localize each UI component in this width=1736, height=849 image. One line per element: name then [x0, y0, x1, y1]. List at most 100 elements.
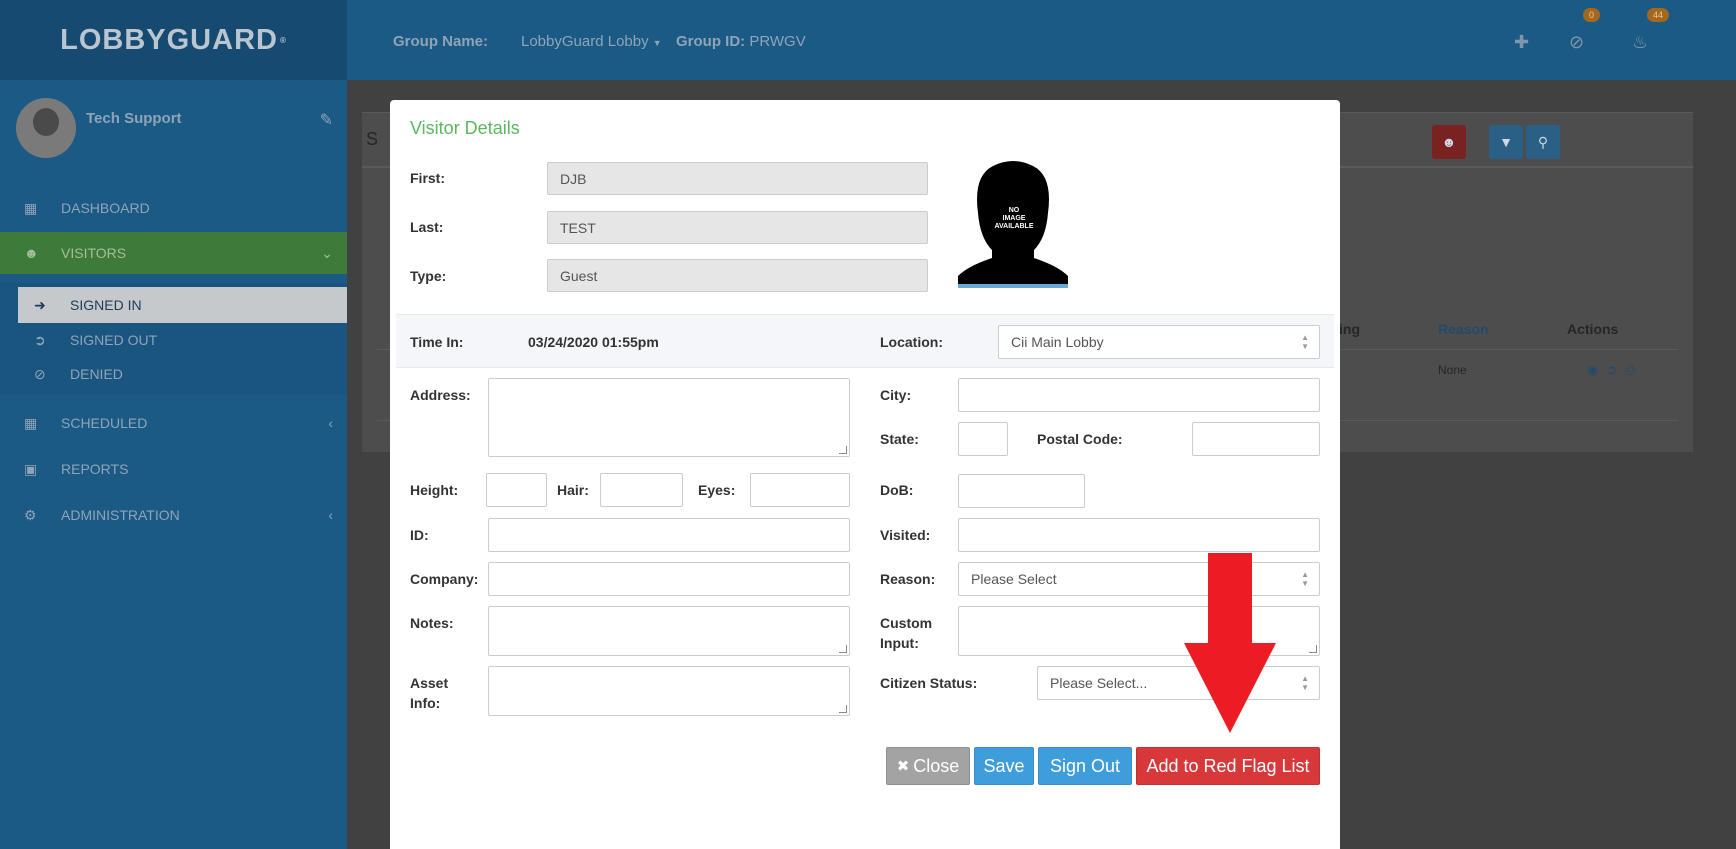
sidebar-item-visitors[interactable]: ☻ VISITORS ⌄: [0, 232, 347, 274]
visited-input[interactable]: [958, 518, 1320, 552]
denied-count-badge: 0: [1583, 8, 1601, 22]
height-label: Height:: [410, 482, 459, 498]
company-label: Company:: [410, 571, 479, 587]
modal-title: Visitor Details: [410, 118, 520, 138]
notes-textarea[interactable]: [488, 606, 850, 656]
citizen-status-label: Citizen Status:: [880, 675, 978, 691]
eyes-input[interactable]: [750, 473, 850, 507]
close-button-label: Close: [913, 755, 960, 776]
users-icon: ☻: [24, 245, 39, 261]
id-label: ID:: [410, 527, 429, 543]
sidebar-item-dashboard[interactable]: ▦ DASHBOARD: [0, 187, 347, 229]
hair-label: Hair:: [557, 482, 589, 498]
state-input[interactable]: [958, 422, 1008, 456]
chevron-down-icon: ⌄: [321, 244, 333, 261]
sidebar-item-scheduled[interactable]: ▦ SCHEDULED ‹: [0, 402, 347, 444]
add-user-icon[interactable]: ✚: [1514, 32, 1529, 53]
sidebar-item-label: SCHEDULED: [61, 415, 148, 431]
sidebar-item-label: ADMINISTRATION: [61, 507, 180, 523]
table-header[interactable]: ing: [1339, 321, 1360, 337]
time-in-value: 03/24/2020 01:55pm: [528, 334, 659, 350]
search-icon: ⚲: [1537, 133, 1549, 150]
hair-input[interactable]: [600, 473, 683, 507]
citizen-status-value: Please Select...: [1050, 675, 1148, 691]
save-button[interactable]: Save: [974, 747, 1034, 785]
postal-code-input[interactable]: [1192, 422, 1320, 456]
sidebar-subitem-signed-in[interactable]: ➜ SIGNED IN: [18, 287, 347, 323]
add-to-red-flag-list-button[interactable]: Add to Red Flag List: [1136, 747, 1320, 785]
sidebar-subitem-label: SIGNED OUT: [70, 332, 158, 348]
user-profile: Tech Support ✎: [0, 80, 347, 180]
bar-chart-icon: ▦: [24, 199, 38, 216]
citizen-status-select[interactable]: Please Select... ▲ ▼: [1037, 666, 1320, 700]
address-textarea[interactable]: [488, 378, 850, 457]
group-name-dropdown[interactable]: LobbyGuard Lobby ▼: [521, 33, 662, 50]
sidebar-subitem-signed-out[interactable]: ➲ SIGNED OUT: [18, 322, 347, 358]
eyes-label: Eyes:: [698, 482, 736, 498]
chevron-left-icon: ‹: [328, 507, 333, 523]
dob-input[interactable]: [958, 474, 1085, 508]
briefcase-icon: ▣: [24, 460, 38, 477]
last-name-label: Last:: [410, 219, 444, 235]
sidebar-item-label: VISITORS: [61, 245, 127, 261]
photo-text-line: AVAILABLE: [994, 223, 1033, 230]
sidebar: Tech Support ✎ ▦ DASHBOARD ☻ VISITORS ⌄ …: [0, 80, 347, 849]
calendar-icon: ▦: [24, 414, 38, 431]
edit-profile-icon[interactable]: ✎: [320, 110, 333, 130]
location-select[interactable]: Cii Main Lobby ▲ ▼: [998, 325, 1320, 359]
last-name-field[interactable]: TEST: [547, 211, 928, 244]
visitor-details-modal: Visitor Details First: DJB Last: TEST Ty…: [390, 100, 1340, 849]
user-times-icon: ☻: [1441, 134, 1457, 150]
select-arrows-icon: ▲ ▼: [1301, 674, 1309, 692]
sidebar-item-reports[interactable]: ▣ REPORTS: [0, 448, 347, 490]
first-name-label: First:: [410, 170, 445, 186]
filter-button[interactable]: ▼: [1489, 125, 1523, 159]
logo-mark: ®: [279, 35, 287, 45]
ban-icon[interactable]: ⊘: [1569, 32, 1584, 53]
row-reason: None: [1438, 363, 1467, 377]
location-label: Location:: [880, 334, 943, 350]
notes-label: Notes:: [410, 615, 454, 631]
sign-out-button-label: Sign Out: [1049, 755, 1121, 776]
search-button[interactable]: ⚲: [1526, 125, 1560, 159]
location-value: Cii Main Lobby: [1011, 334, 1104, 350]
postal-code-label: Postal Code:: [1037, 431, 1123, 447]
asset-info-textarea[interactable]: [488, 666, 850, 716]
red-flag-user-button[interactable]: ☻: [1432, 125, 1466, 159]
chevron-left-icon: ‹: [328, 415, 333, 431]
state-label: State:: [880, 431, 919, 447]
id-input[interactable]: [488, 518, 850, 552]
company-input[interactable]: [488, 562, 850, 596]
sign-out-button[interactable]: Sign Out: [1038, 747, 1132, 785]
sign-in-icon: ➜: [34, 296, 46, 313]
close-icon: ✖: [896, 758, 910, 775]
visitor-type-field[interactable]: Guest: [547, 259, 928, 292]
save-button-label: Save: [983, 755, 1025, 776]
address-label: Address:: [410, 387, 471, 403]
city-input[interactable]: [958, 378, 1320, 412]
logo-text: LOBBYGUARD: [60, 23, 278, 56]
type-label: Type:: [410, 268, 447, 284]
height-input[interactable]: [486, 473, 547, 507]
custom-input-label: Custom: [880, 615, 933, 631]
ban-icon: ⊘: [34, 365, 46, 382]
table-header-actions: Actions: [1567, 321, 1619, 337]
user-name: Tech Support: [86, 110, 182, 127]
close-button[interactable]: ✖ Close: [886, 747, 970, 785]
table-header-reason[interactable]: Reason: [1438, 321, 1489, 337]
sidebar-item-administration[interactable]: ⚙ ADMINISTRATION ‹: [0, 494, 347, 536]
sidebar-item-label: DASHBOARD: [61, 200, 150, 216]
reason-value: Please Select: [971, 571, 1057, 587]
select-arrows-icon: ▲ ▼: [1301, 333, 1309, 351]
bell-icon[interactable]: ♨: [1632, 32, 1648, 53]
sign-out-icon: ➲: [34, 331, 46, 348]
reason-label: Reason:: [880, 571, 936, 587]
top-navbar: LOBBYGUARD ® Group Name: LobbyGuard Lobby…: [0, 0, 1736, 80]
lobbyguard-logo[interactable]: LOBBYGUARD ®: [0, 0, 347, 80]
first-name-field[interactable]: DJB: [547, 162, 928, 195]
card-title: S: [366, 129, 379, 149]
sidebar-subitem-denied[interactable]: ⊘ DENIED: [18, 356, 347, 392]
row-actions[interactable]: ◉➲⎙: [1587, 362, 1644, 378]
red-arrow-annotation: [1184, 553, 1276, 733]
cogs-icon: ⚙: [24, 506, 37, 523]
